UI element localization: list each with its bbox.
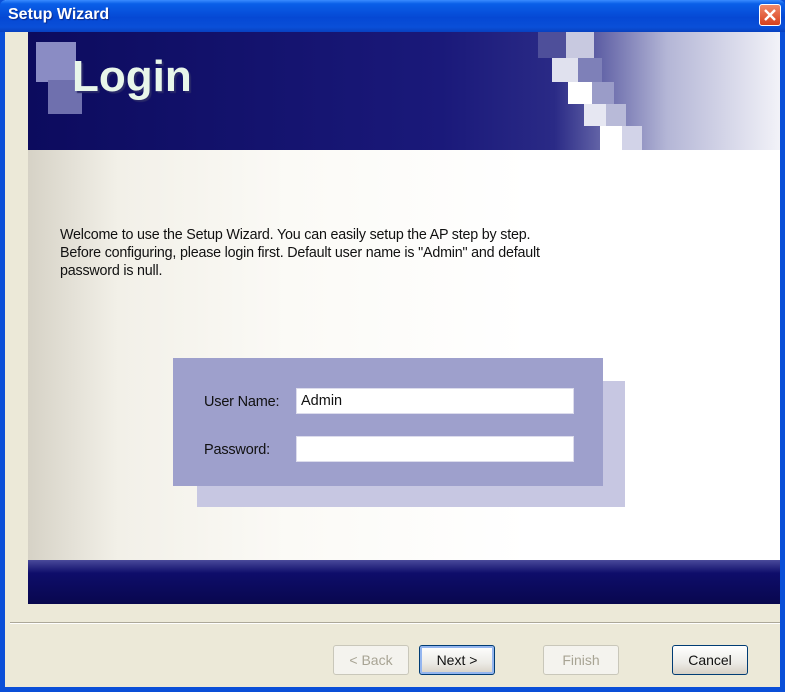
banner-decor-square — [538, 32, 566, 58]
intro-text: Welcome to use the Setup Wizard. You can… — [60, 226, 660, 280]
close-button[interactable] — [759, 4, 781, 26]
username-label: User Name: — [204, 394, 280, 410]
next-button[interactable]: Next > — [419, 645, 495, 675]
intro-line: Welcome to use the Setup Wizard. You can… — [60, 227, 531, 243]
footer-band — [28, 560, 780, 604]
cancel-button[interactable]: Cancel — [672, 645, 748, 675]
title-bar[interactable]: Setup Wizard — [0, 0, 785, 32]
banner-decor-square — [552, 58, 578, 82]
login-panel: User Name: Password: — [173, 358, 603, 486]
banner-decor-square — [622, 126, 642, 150]
page-title: Login — [72, 52, 192, 101]
banner-decor-square — [600, 126, 622, 150]
password-label: Password: — [204, 442, 270, 458]
password-input[interactable] — [296, 436, 574, 462]
finish-button[interactable]: Finish — [543, 645, 619, 675]
banner-decor-square — [584, 104, 606, 126]
intro-line: password is null. — [60, 263, 163, 279]
username-input[interactable] — [296, 388, 574, 414]
banner-decor-square — [566, 32, 594, 58]
login-banner: Login — [28, 32, 780, 150]
intro-line: Before configuring, please login first. … — [60, 245, 540, 261]
banner-decor-square — [592, 82, 614, 104]
banner-decor-square — [578, 58, 602, 82]
window-title: Setup Wizard — [8, 6, 110, 23]
banner-decor-square — [36, 42, 76, 82]
close-icon — [764, 9, 776, 21]
banner-decor-square — [606, 104, 626, 126]
button-separator — [10, 622, 780, 624]
banner-decor-square — [568, 82, 592, 104]
back-button[interactable]: < Back — [333, 645, 409, 675]
